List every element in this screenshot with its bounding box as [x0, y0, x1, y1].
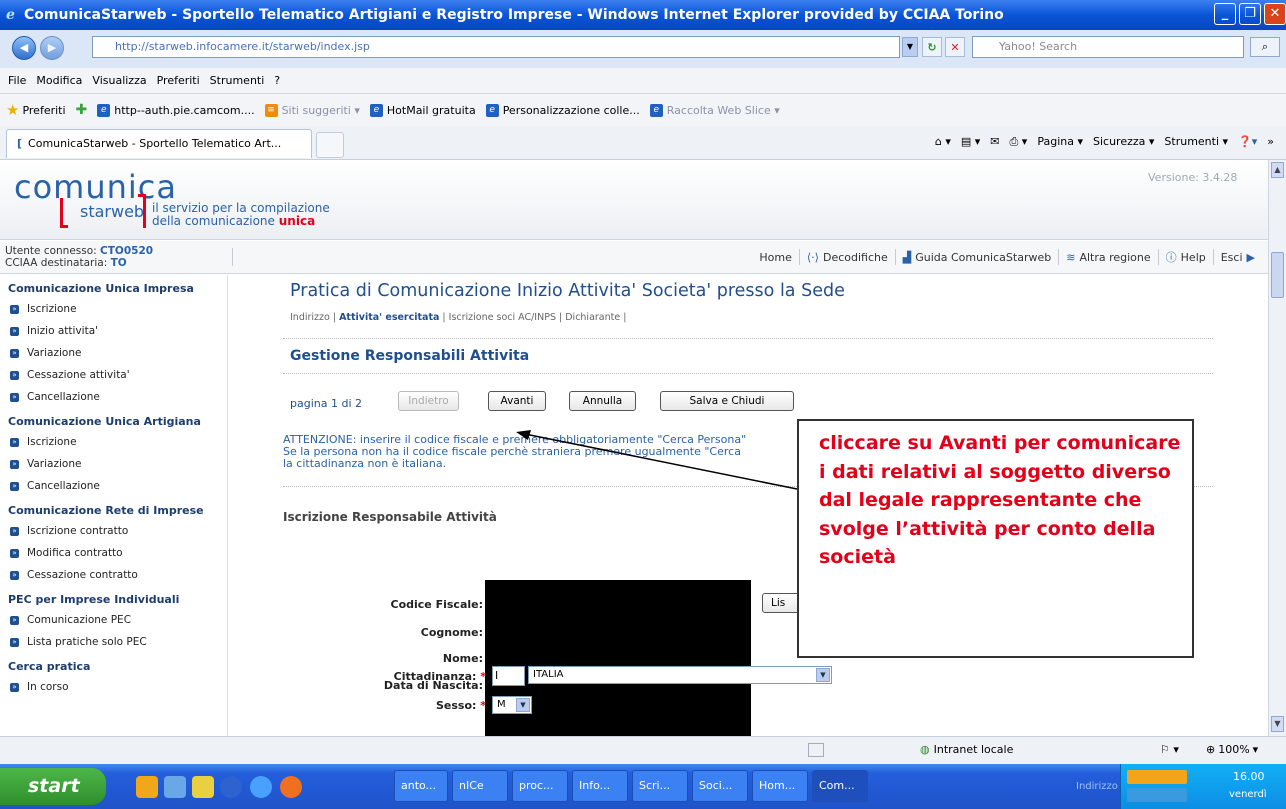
annotation-arrow	[516, 430, 798, 490]
